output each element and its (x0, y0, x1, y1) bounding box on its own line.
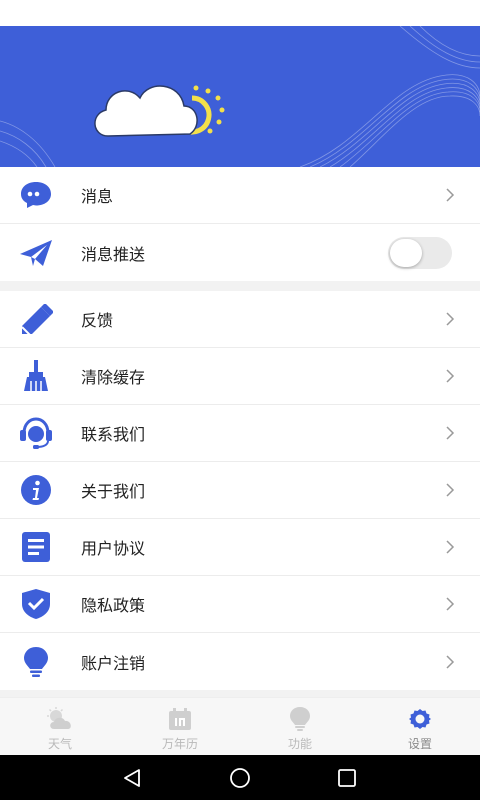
bottom-tab-bar: 天气 万年历 功能 设置 (0, 697, 480, 755)
document-icon (18, 529, 54, 565)
info-icon (18, 472, 54, 508)
chevron-right-icon (446, 369, 455, 383)
bulb-icon (284, 707, 316, 731)
tab-label: 功能 (287, 737, 312, 751)
banner-waves (0, 26, 480, 167)
chevron-right-icon (446, 540, 455, 554)
weather-cloud-icon (44, 707, 76, 731)
lightbulb-icon (18, 644, 54, 680)
menu-item-label: 隐私政策 (81, 596, 146, 615)
tab-settings[interactable]: 设置 (360, 698, 480, 755)
tab-weather[interactable]: 天气 (0, 698, 120, 755)
menu-item-messages[interactable]: 消息 (0, 167, 480, 224)
chevron-right-icon (446, 597, 455, 611)
menu-item-push: 消息推送 (0, 224, 480, 281)
home-circle-icon[interactable] (229, 767, 251, 789)
menu-item-label: 清除缓存 (81, 368, 146, 387)
menu-item-label: 消息推送 (81, 244, 146, 264)
tab-label: 天气 (47, 737, 72, 751)
menu-item-feedback[interactable]: 反馈 (0, 291, 480, 348)
chevron-right-icon (446, 483, 455, 497)
menu-item-clear-cache[interactable]: 清除缓存 (0, 348, 480, 405)
chevron-right-icon (446, 312, 455, 326)
pencil-icon (18, 301, 54, 337)
tab-label: 万年历 (161, 737, 198, 751)
menu-item-user-agreement[interactable]: 用户协议 (0, 519, 480, 576)
menu-item-account-cancel[interactable]: 账户注销 (0, 633, 480, 690)
menu-item-label: 账户注销 (81, 653, 146, 673)
system-nav-bar (0, 755, 480, 800)
headset-icon (18, 415, 54, 451)
gear-icon (404, 707, 436, 731)
menu-item-contact[interactable]: 联系我们 (0, 405, 480, 462)
status-bar (0, 0, 480, 26)
recents-square-icon[interactable] (336, 767, 358, 789)
menu-item-label: 关于我们 (81, 482, 146, 501)
chevron-right-icon (446, 654, 455, 669)
chevron-right-icon (446, 426, 455, 440)
cloud-sun-icon (94, 85, 225, 137)
tab-label: 设置 (407, 737, 432, 751)
chevron-right-icon (446, 188, 455, 202)
shield-check-icon (18, 586, 54, 622)
toggle-knob (390, 238, 422, 267)
paper-plane-icon (18, 235, 54, 271)
menu-item-label: 用户协议 (81, 539, 146, 558)
tab-functions[interactable]: 功能 (240, 698, 360, 755)
menu-item-about[interactable]: 关于我们 (0, 462, 480, 519)
tab-calendar[interactable]: 万年历 (120, 698, 240, 755)
menu-item-label: 反馈 (81, 311, 114, 330)
broom-icon (18, 358, 54, 394)
menu-group-general: 反馈 清除缓存 联系我们 关于我们 用户协议 隐私政策 账户注销 (0, 291, 480, 690)
back-triangle-icon[interactable] (121, 767, 143, 789)
push-toggle[interactable] (388, 236, 452, 269)
menu-item-privacy[interactable]: 隐私政策 (0, 576, 480, 633)
header-banner (0, 26, 480, 167)
chat-bubble-icon (18, 177, 54, 213)
calendar-icon (164, 707, 196, 731)
menu-item-label: 联系我们 (81, 425, 146, 444)
menu-item-label: 消息 (81, 187, 114, 206)
menu-group-notifications: 消息 消息推送 (0, 167, 480, 281)
